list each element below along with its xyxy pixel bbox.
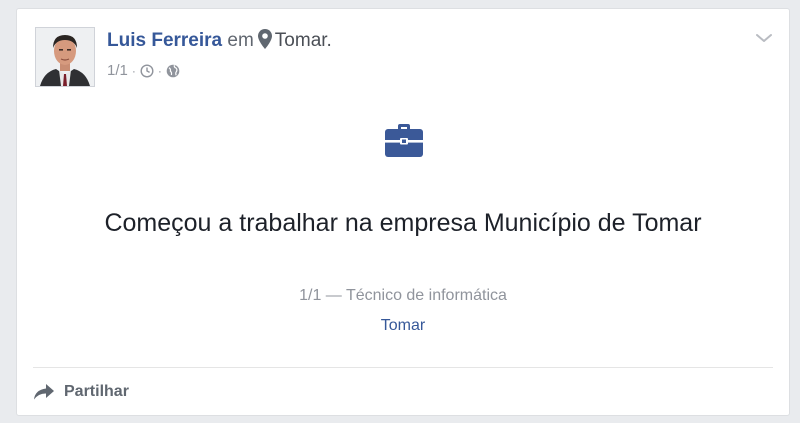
- job-location-link[interactable]: Tomar: [381, 317, 425, 334]
- post-meta: 1/1 · ·: [107, 61, 180, 81]
- author-name-link[interactable]: Luis Ferreira: [107, 30, 222, 51]
- chevron-down-icon[interactable]: [755, 31, 773, 45]
- briefcase-icon: [385, 124, 423, 157]
- connector-text: em: [227, 30, 254, 51]
- post-card: Luis Ferreira em Tomar. 1/1 · · Começou …: [16, 8, 790, 416]
- post-date-link[interactable]: 1/1: [107, 61, 128, 81]
- share-button[interactable]: Partilhar: [33, 377, 129, 407]
- share-label: Partilhar: [64, 383, 129, 400]
- globe-icon[interactable]: [166, 64, 180, 78]
- avatar-image: [36, 28, 94, 86]
- job-details: 1/1 — Técnico de informática: [299, 287, 507, 304]
- life-event-headline: Começou a trabalhar na empresa Município…: [104, 209, 702, 237]
- clock-icon: [140, 64, 154, 78]
- avatar[interactable]: [35, 27, 95, 87]
- job-location: Tomar: [17, 315, 789, 337]
- meta-separator: ·: [157, 64, 162, 78]
- place-link[interactable]: Tomar.: [275, 30, 332, 51]
- meta-separator: ·: [131, 64, 136, 78]
- share-arrow-icon: [34, 384, 54, 400]
- post-header: Luis Ferreira em Tomar.: [107, 29, 332, 53]
- divider: [33, 367, 773, 368]
- map-pin-icon: [257, 29, 272, 49]
